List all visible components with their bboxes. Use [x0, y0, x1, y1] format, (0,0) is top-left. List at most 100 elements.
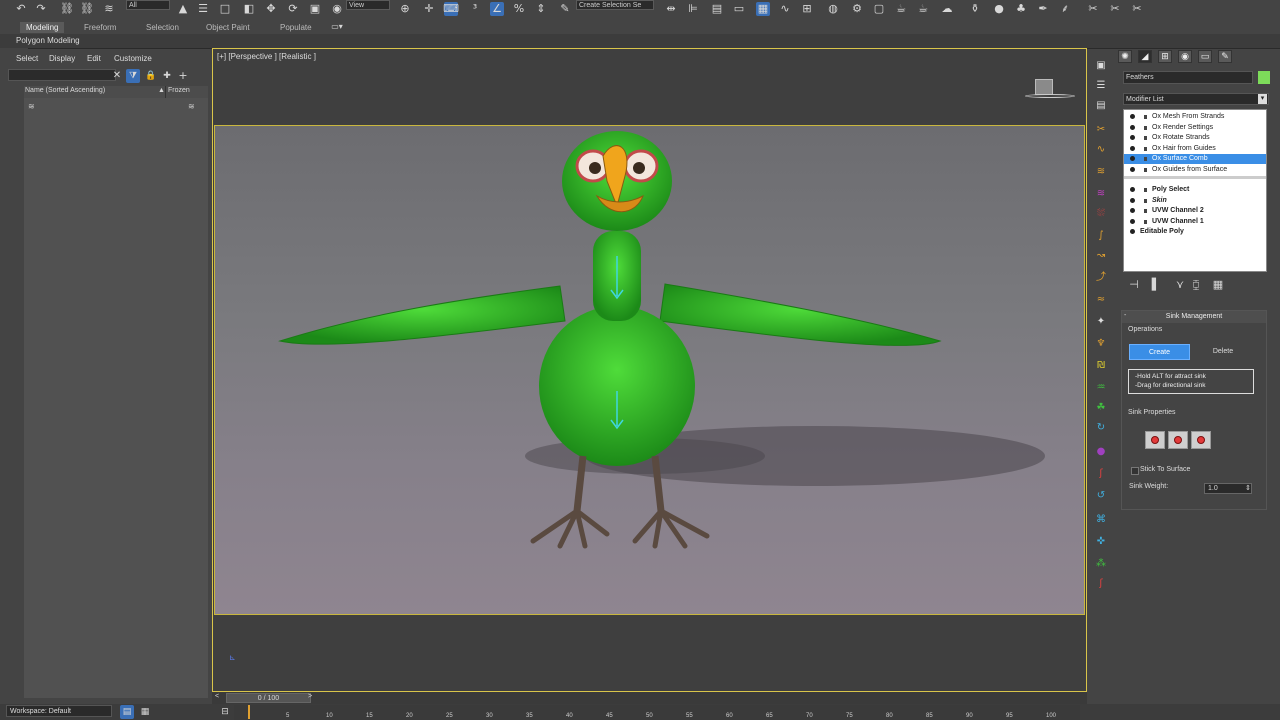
sink-management-title[interactable]: Sink Management — [1122, 311, 1266, 323]
hair-tool-14-icon[interactable]: ☘ — [1094, 402, 1108, 414]
hair-tool-4-icon[interactable]: ≋ — [1094, 188, 1108, 200]
tab-display-icon[interactable]: ▭ — [1198, 50, 1212, 63]
render-production-icon[interactable]: ☕ — [894, 2, 908, 16]
move-icon[interactable]: ✥ — [264, 2, 278, 16]
modifier-row[interactable]: UVW Channel 2 — [1124, 206, 1266, 216]
angle-snap-icon[interactable]: ∠ — [490, 2, 504, 16]
toggle-ribbon-icon[interactable]: ▭ — [732, 2, 746, 16]
select-object-icon[interactable]: ▲ — [176, 2, 190, 16]
modifier-row[interactable]: Ox Hair from Guides — [1124, 144, 1266, 154]
filter-toggle-icon[interactable]: ⧩ — [126, 69, 140, 83]
viewcube-icon[interactable] — [1035, 79, 1053, 95]
place-icon[interactable]: ◉ — [330, 2, 344, 16]
modifier-row[interactable]: Ox Rotate Strands — [1124, 133, 1266, 143]
viewport-label[interactable]: [+] [Perspective ] [Realistic ] — [217, 52, 316, 61]
tab-modeling[interactable]: Modeling — [20, 22, 65, 33]
link-icon[interactable]: ⛓ — [60, 2, 74, 16]
open-mini-curve-editor-icon[interactable]: ▤ — [120, 705, 134, 719]
scene-explorer-icon[interactable]: ▦ — [756, 2, 770, 16]
expand-icon[interactable] — [1144, 157, 1147, 162]
rectangular-selection-icon[interactable]: □ — [218, 2, 232, 16]
modifier-row[interactable]: Poly Select — [1124, 185, 1266, 195]
sink-type-3-button[interactable] — [1191, 431, 1211, 449]
select-by-name-icon[interactable]: ☰ — [196, 2, 210, 16]
stick-to-surface-checkbox[interactable] — [1131, 467, 1139, 475]
hair-tool-b-icon[interactable]: ✂ — [1108, 2, 1122, 16]
visibility-bulb-icon[interactable] — [1130, 229, 1135, 235]
dropdown-arrow-icon[interactable]: ▾ — [1258, 94, 1267, 104]
modifier-row[interactable]: UVW Channel 1 — [1124, 217, 1266, 227]
visibility-bulb-icon[interactable] — [1130, 218, 1135, 224]
column-name[interactable]: Name (Sorted Ascending) — [25, 87, 105, 94]
undo-icon[interactable]: ↶ — [14, 2, 28, 16]
layer-explorer-icon[interactable]: ▤ — [710, 2, 724, 16]
create-sink-button[interactable]: Create — [1129, 344, 1190, 360]
track-bar[interactable]: 5 10 15 20 25 30 35 40 45 50 55 60 65 70 75 80 85 90 95 100 — [234, 705, 1080, 720]
expand-icon[interactable] — [1144, 125, 1147, 130]
modifier-row[interactable]: Ox Render Settings — [1124, 123, 1266, 133]
visibility-bulb-icon[interactable] — [1130, 156, 1135, 162]
column-frozen[interactable]: Frozen — [168, 87, 190, 94]
comb-icon[interactable]: ⸙ — [1058, 2, 1072, 16]
schematic-view-icon[interactable]: ⊞ — [800, 2, 814, 16]
teapot-icon[interactable]: ⚱ — [968, 2, 982, 16]
tab-motion-icon[interactable]: ◉ — [1178, 50, 1192, 63]
list-icon[interactable]: ☰ — [1094, 80, 1108, 92]
window-crossing-icon[interactable]: ◧ — [242, 2, 256, 16]
render-iterative-icon[interactable]: ☕ — [916, 2, 930, 16]
viewcube-ring[interactable] — [1025, 94, 1075, 98]
spinner-arrows-icon[interactable]: ⇕ — [1245, 484, 1251, 492]
visibility-bulb-icon[interactable] — [1130, 197, 1135, 203]
hair-tool-9-icon[interactable]: ≈ — [1094, 294, 1108, 306]
align-icon[interactable]: ⊫ — [686, 2, 700, 16]
layout-icon[interactable]: ▦ — [138, 705, 152, 719]
time-next-icon[interactable]: > — [308, 693, 312, 700]
modifier-row[interactable]: Ox Mesh From Strands — [1124, 112, 1266, 122]
hair-tool-22-icon[interactable]: ʃ — [1094, 578, 1108, 590]
pin-stack-icon[interactable]: ⊣ — [1127, 278, 1141, 292]
time-slider[interactable]: < 0 / 100 > — [212, 692, 1087, 704]
hair-tool-8-icon[interactable]: ⤴ — [1094, 272, 1108, 284]
new-layer-icon[interactable]: ✚ — [160, 69, 174, 83]
tab-selection[interactable]: Selection — [140, 22, 185, 33]
hair-tool-20-icon[interactable]: ✜ — [1094, 536, 1108, 548]
menu-select[interactable]: Select — [16, 54, 38, 63]
sink-type-2-button[interactable] — [1168, 431, 1188, 449]
redo-icon[interactable]: ↷ — [34, 2, 48, 16]
visibility-bulb-icon[interactable] — [1130, 145, 1135, 151]
visibility-bulb-icon[interactable] — [1130, 114, 1135, 119]
make-unique-icon[interactable]: ⋎ — [1173, 278, 1187, 292]
modifier-row[interactable]: Ox Guides from Surface — [1124, 165, 1266, 175]
menu-customize[interactable]: Customize — [114, 54, 152, 63]
configure-sets-icon[interactable]: ▦ — [1211, 278, 1225, 292]
workspace-selector[interactable]: Workspace: Default — [6, 705, 112, 717]
modifier-list-dropdown[interactable]: Modifier List ▾ — [1123, 93, 1269, 105]
add-icon[interactable]: + — [176, 69, 190, 83]
hair-tool-a-icon[interactable]: ✂ — [1086, 2, 1100, 16]
reference-coordinate-dropdown[interactable]: View — [346, 0, 390, 10]
tab-hierarchy-icon[interactable]: ⊞ — [1158, 50, 1172, 63]
menu-edit[interactable]: Edit — [87, 54, 101, 63]
expand-icon[interactable] — [1144, 198, 1147, 203]
hair-tool-13-icon[interactable]: ♒ — [1094, 382, 1108, 394]
modifier-row[interactable]: Skin — [1124, 196, 1266, 206]
hair-tool-10-icon[interactable]: ✦ — [1094, 316, 1108, 328]
render-in-cloud-icon[interactable]: ☁ — [940, 2, 954, 16]
hair-tool-6-icon[interactable]: ∫ — [1094, 230, 1108, 242]
remove-modifier-icon[interactable]: ⧮ — [1189, 278, 1203, 292]
tab-populate[interactable]: Populate — [274, 22, 318, 33]
tab-object-paint[interactable]: Object Paint — [200, 22, 256, 33]
bind-space-warp-icon[interactable]: ≋ — [102, 2, 116, 16]
ribbon-sub-label[interactable]: Polygon Modeling — [16, 36, 80, 45]
edit-named-selection-icon[interactable]: ✎ — [558, 2, 572, 16]
hair-tool-7-icon[interactable]: ↝ — [1094, 250, 1108, 262]
curve-editor-icon[interactable]: ∿ — [778, 2, 792, 16]
stack-icon[interactable]: ▤ — [1094, 100, 1108, 112]
render-setup-icon[interactable]: ⚙ — [850, 2, 864, 16]
rotate-icon[interactable]: ⟳ — [286, 2, 300, 16]
object-icon[interactable]: ▣ — [1094, 60, 1108, 72]
scale-icon[interactable]: ▣ — [308, 2, 322, 16]
expand-icon[interactable] — [1144, 115, 1147, 119]
layer-stack-icon[interactable]: ≋ — [28, 102, 35, 111]
expand-icon[interactable] — [1144, 209, 1147, 214]
